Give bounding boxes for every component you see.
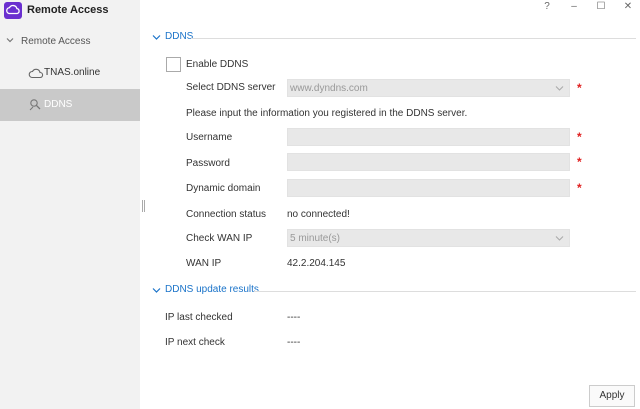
ddns-section-header[interactable]: DDNS xyxy=(152,31,636,45)
section-divider xyxy=(191,38,636,39)
required-marker: * xyxy=(577,155,582,169)
sidebar: Remote Access Remote Access TNAS.online … xyxy=(0,0,140,409)
username-field[interactable] xyxy=(287,128,570,146)
ip-next-check-value: ---- xyxy=(287,337,301,348)
close-button[interactable]: ✕ xyxy=(620,0,636,14)
check-wan-ip-label: Check WAN IP xyxy=(186,233,253,244)
wan-ip-label: WAN IP xyxy=(186,258,222,269)
app-header: Remote Access xyxy=(0,0,140,22)
required-marker: * xyxy=(577,81,582,95)
connection-status-value: no connected! xyxy=(287,209,350,220)
ddns-results-section-header[interactable]: DDNS update results xyxy=(152,284,636,298)
sidebar-item-tnas-online[interactable]: TNAS.online xyxy=(0,57,140,89)
sidebar-item-label: DDNS xyxy=(44,99,73,110)
ip-last-checked-value: ---- xyxy=(287,312,301,323)
maximize-button[interactable]: ☐ xyxy=(593,0,609,14)
enable-ddns-label: Enable DDNS xyxy=(186,59,249,70)
check-wan-ip-select[interactable]: 5 minute(s) xyxy=(287,229,570,247)
section-title: DDNS xyxy=(165,31,194,42)
check-wan-ip-value: 5 minute(s) xyxy=(290,233,341,244)
help-button[interactable]: ? xyxy=(539,0,555,14)
ddns-server-label: Select DDNS server xyxy=(186,82,276,93)
minimize-button[interactable]: – xyxy=(566,0,582,14)
chevron-down-icon xyxy=(152,35,161,40)
apply-button[interactable]: Apply xyxy=(589,385,635,407)
wan-ip-value: 42.2.204.145 xyxy=(287,258,346,269)
chevron-down-icon xyxy=(555,236,564,241)
chevron-down-icon xyxy=(555,86,564,91)
sidebar-item-ddns[interactable]: DDNS xyxy=(0,89,140,121)
enable-ddns-checkbox[interactable] xyxy=(166,57,181,72)
ip-last-checked-label: IP last checked xyxy=(165,312,233,323)
remote-access-app-icon xyxy=(4,2,22,19)
cloud-icon xyxy=(28,68,44,79)
ip-next-check-label: IP next check xyxy=(165,337,225,348)
username-label: Username xyxy=(186,132,233,143)
section-divider xyxy=(254,291,636,292)
chevron-down-icon xyxy=(152,288,161,293)
dynamic-domain-field[interactable] xyxy=(287,179,570,197)
password-label: Password xyxy=(186,158,230,169)
required-marker: * xyxy=(577,130,582,144)
sidebar-resize-handle[interactable] xyxy=(142,200,145,212)
app-title: Remote Access xyxy=(27,4,109,16)
sidebar-group-remote-access[interactable]: Remote Access xyxy=(0,30,140,52)
ddns-info-text: Please input the information you registe… xyxy=(186,108,468,119)
sidebar-group-label: Remote Access xyxy=(21,36,91,47)
ddns-server-value: www.dyndns.com xyxy=(290,83,368,94)
ddns-server-select[interactable]: www.dyndns.com xyxy=(287,79,570,97)
password-field[interactable] xyxy=(287,153,570,171)
dynamic-domain-label: Dynamic domain xyxy=(186,183,261,194)
sidebar-item-label: TNAS.online xyxy=(44,67,101,78)
section-title: DDNS update results xyxy=(165,284,259,295)
chevron-down-icon xyxy=(6,38,14,43)
ddns-icon xyxy=(29,99,41,111)
connection-status-label: Connection status xyxy=(186,209,267,220)
required-marker: * xyxy=(577,181,582,195)
